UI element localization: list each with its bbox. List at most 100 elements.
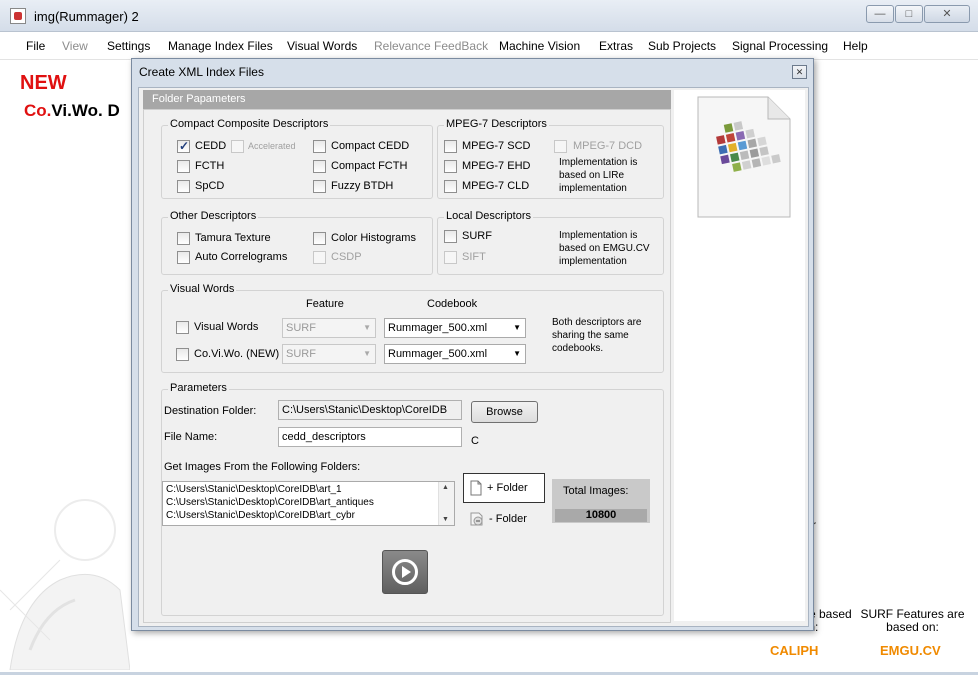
maximize-button[interactable]: □: [895, 5, 923, 23]
menu-settings[interactable]: Settings: [107, 39, 150, 53]
compact-descriptors-title: Compact Composite Descriptors: [168, 118, 331, 130]
other-descriptors-title: Other Descriptors: [168, 210, 259, 222]
file-name-field[interactable]: cedd_descriptors: [278, 427, 462, 447]
menu-help[interactable]: Help: [843, 39, 868, 53]
browse-button[interactable]: Browse: [471, 401, 538, 423]
destination-folder-label: Destination Folder:: [164, 405, 257, 417]
spcd-checkbox[interactable]: [177, 180, 190, 193]
visual-words-codebook-value: Rummager_500.xml: [388, 322, 488, 334]
minimize-button[interactable]: —: [866, 5, 894, 23]
start-indexing-button[interactable]: [382, 550, 428, 594]
file-name-label: File Name:: [164, 431, 218, 443]
covivo-label: Co.Vi.Wo. (NEW): [194, 348, 280, 360]
covivo-heading: Co.Vi.Wo. D: [24, 101, 120, 121]
mpeg7-ehd-checkbox[interactable]: [444, 160, 457, 173]
sculpture-image: [0, 499, 130, 670]
folders-scrollbar[interactable]: ▲ ▼: [438, 482, 454, 525]
mpeg7-descriptors-title: MPEG-7 Descriptors: [444, 118, 549, 130]
csdp-checkbox[interactable]: [313, 251, 326, 264]
window-title: img(Rummager) 2: [34, 9, 139, 24]
visual-words-codebook-select[interactable]: Rummager_500.xml ▼: [384, 318, 526, 338]
dialog-close-button[interactable]: ✕: [792, 65, 807, 79]
mpeg7-cld-checkbox[interactable]: [444, 180, 457, 193]
mpeg7-dcd-label: MPEG-7 DCD: [573, 140, 643, 152]
tamura-texture-checkbox[interactable]: [177, 232, 190, 245]
cedd-label: CEDD: [195, 140, 227, 152]
mpeg7-scd-checkbox[interactable]: [444, 140, 457, 153]
local-implementation-note: Implementation is based on EMGU.CV imple…: [559, 230, 650, 267]
menu-visual-words[interactable]: Visual Words: [287, 39, 357, 53]
menu-signal-processing[interactable]: Signal Processing: [732, 39, 828, 53]
visual-words-feature-value: SURF: [286, 322, 316, 334]
covivo-checkbox[interactable]: [176, 348, 189, 361]
cedd-checkbox[interactable]: [177, 139, 190, 153]
spcd-label: SpCD: [195, 180, 225, 192]
menu-sub-projects[interactable]: Sub Projects: [648, 39, 716, 53]
auto-correlograms-checkbox[interactable]: [177, 251, 190, 264]
emgu-cv-link[interactable]: EMGU.CV: [880, 643, 941, 658]
fcth-label: FCTH: [195, 160, 225, 172]
color-histograms-checkbox[interactable]: [313, 232, 326, 245]
remove-folder-button[interactable]: - Folder: [467, 510, 543, 530]
tamura-texture-label: Tamura Texture: [195, 232, 271, 244]
destination-folder-field[interactable]: C:\Users\Stanic\Desktop\CoreIDB: [278, 400, 462, 420]
new-badge: NEW: [20, 72, 67, 94]
covivo-codebook-select[interactable]: Rummager_500.xml ▼: [384, 344, 526, 364]
compact-fcth-checkbox[interactable]: [313, 160, 326, 173]
visual-words-checkbox[interactable]: [176, 321, 189, 334]
mpeg7-ehd-label: MPEG-7 EHD: [462, 160, 531, 172]
menu-manage-index-files[interactable]: Manage Index Files: [168, 39, 273, 53]
fuzzy-btdh-checkbox[interactable]: [313, 180, 326, 193]
accelerated-checkbox[interactable]: [231, 140, 244, 153]
color-histograms-label: Color Histograms: [331, 232, 416, 244]
get-images-label: Get Images From the Following Folders:: [164, 461, 361, 473]
list-item[interactable]: C:\Users\Stanic\Desktop\CoreIDB\art_anti…: [166, 497, 374, 508]
remove-folder-label: - Folder: [489, 513, 527, 525]
menu-machine-vision[interactable]: Machine Vision: [499, 39, 580, 53]
visual-words-feature-select[interactable]: SURF ▼: [282, 318, 376, 338]
menu-bar: File View Settings Manage Index Files Vi…: [0, 32, 978, 60]
mpeg7-scd-label: MPEG-7 SCD: [462, 140, 531, 152]
image-folders-list[interactable]: C:\Users\Stanic\Desktop\CoreIDB\art_1 C:…: [162, 481, 455, 526]
add-folder-label: + Folder: [487, 482, 528, 494]
visual-words-note: Both descriptors are sharing the same co…: [552, 317, 642, 354]
other-descriptors-group: Other Descriptors Tamura Texture Color H…: [161, 210, 433, 275]
app-icon: [10, 8, 26, 24]
scroll-down-icon[interactable]: ▼: [442, 516, 449, 523]
chevron-down-icon: ▼: [513, 323, 521, 332]
list-item[interactable]: C:\Users\Stanic\Desktop\CoreIDB\art_1: [166, 484, 342, 495]
caliph-link[interactable]: CALIPH: [770, 643, 818, 658]
scroll-up-icon[interactable]: ▲: [442, 484, 449, 491]
document-icon: [470, 480, 482, 496]
compact-descriptors-group: Compact Composite Descriptors CEDD Accel…: [161, 118, 433, 199]
emgu-caption: SURF Features are based on:: [860, 607, 965, 634]
total-images-value: 10800: [585, 509, 617, 521]
menu-view[interactable]: View: [62, 39, 88, 53]
close-window-button[interactable]: ✕: [924, 5, 970, 23]
mpeg7-implementation-note: Implementation is based on LIRe implemen…: [559, 157, 638, 194]
list-item[interactable]: C:\Users\Stanic\Desktop\CoreIDB\art_cybr: [166, 510, 355, 521]
mpeg7-dcd-checkbox[interactable]: [554, 140, 567, 153]
folder-parameters-panel: Compact Composite Descriptors CEDD Accel…: [143, 109, 671, 623]
visual-words-label: Visual Words: [194, 321, 259, 333]
menu-extras[interactable]: Extras: [599, 39, 633, 53]
folder-parameters-header: Folder Papameters: [143, 90, 671, 109]
menu-relevance-feedback[interactable]: Relevance FeedBack: [374, 39, 488, 53]
surf-checkbox[interactable]: [444, 230, 457, 243]
covivo-feature-value: SURF: [286, 348, 316, 360]
total-images-box: Total Images: 10800: [552, 479, 650, 523]
visual-words-group: Visual Words Feature Codebook Visual Wor…: [161, 283, 664, 373]
menu-file[interactable]: File: [26, 39, 45, 53]
local-descriptors-group: Local Descriptors SURF SIFT Implementati…: [437, 210, 664, 275]
covivo-heading-red: Co.: [24, 101, 52, 120]
fcth-checkbox[interactable]: [177, 160, 190, 173]
compact-cedd-checkbox[interactable]: [313, 140, 326, 153]
add-folder-button[interactable]: + Folder: [463, 473, 545, 503]
sift-checkbox[interactable]: [444, 251, 457, 264]
covivo-feature-select[interactable]: SURF ▼: [282, 344, 376, 364]
file-name-suffix: C: [471, 435, 479, 447]
preview-area: [674, 90, 805, 621]
mpeg7-descriptors-group: MPEG-7 Descriptors MPEG-7 SCD MPEG-7 EHD…: [437, 118, 664, 199]
parameters-title: Parameters: [168, 382, 229, 394]
title-bar: img(Rummager) 2 — □ ✕: [0, 0, 978, 32]
